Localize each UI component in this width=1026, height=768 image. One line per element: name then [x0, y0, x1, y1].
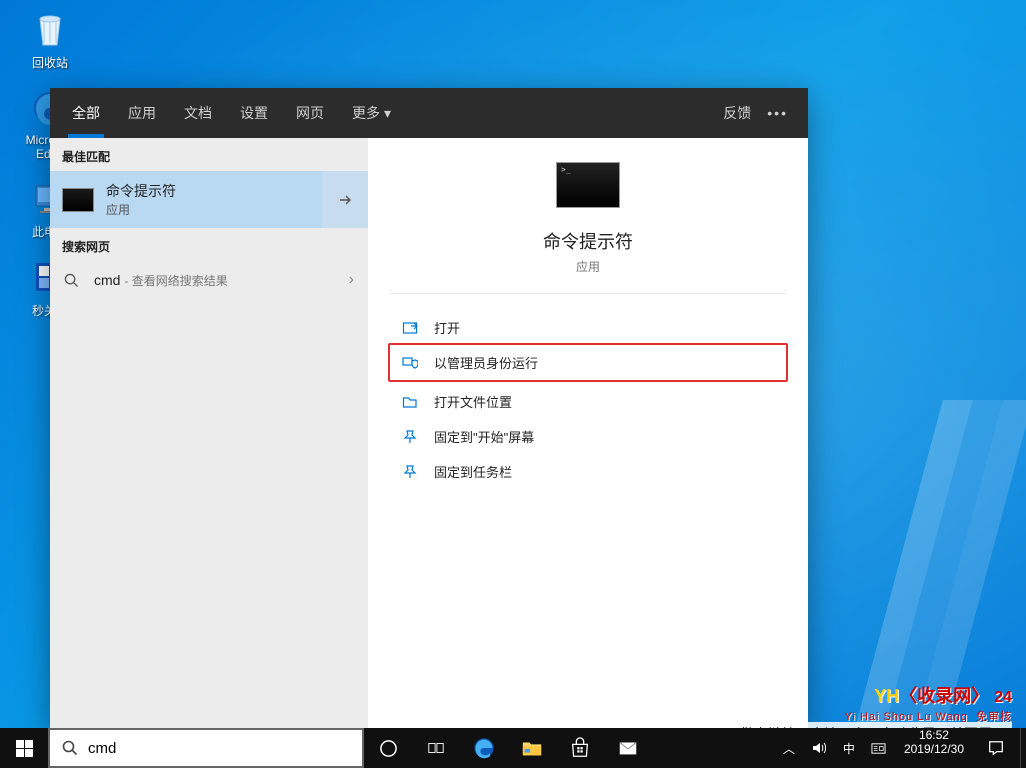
- action-label: 打开文件位置: [434, 392, 512, 411]
- open-icon: [400, 320, 420, 336]
- tab-label: 全部: [72, 103, 100, 123]
- app-action-list: 打开 以管理员身份运行 打开文件位置: [368, 310, 808, 489]
- mail-icon: [617, 737, 639, 759]
- taskbar-clock[interactable]: 16:52 2019/12/30: [896, 728, 972, 768]
- search-tab-settings[interactable]: 设置: [226, 88, 282, 138]
- ime-mode-icon[interactable]: [867, 741, 890, 756]
- file-explorer-icon: [521, 737, 543, 759]
- web-item-suffix: - 查看网络搜索结果: [124, 272, 227, 289]
- app-subtitle: 应用: [390, 258, 786, 275]
- task-view-button[interactable]: [412, 728, 460, 768]
- cmd-icon: [62, 188, 94, 212]
- chevron-down-icon: ▾: [384, 105, 391, 122]
- search-web-item[interactable]: cmd - 查看网络搜索结果 ›: [50, 261, 368, 299]
- search-tab-more[interactable]: 更多 ▾: [338, 88, 405, 138]
- action-run-as-admin[interactable]: 以管理员身份运行: [388, 343, 788, 382]
- search-panel-header: 全部 应用 文档 设置 网页 更多 ▾ 反馈 •••: [50, 88, 808, 138]
- app-title: 命令提示符: [390, 228, 786, 254]
- expand-arrow-button[interactable]: [322, 171, 368, 228]
- watermark-badge-top: 24: [994, 689, 1012, 706]
- search-tab-all[interactable]: 全部: [58, 88, 114, 138]
- cortana-icon: [379, 739, 398, 758]
- feedback-link[interactable]: 反馈: [723, 103, 751, 123]
- search-results-list: 最佳匹配 命令提示符 应用 搜索网页 cmd - 查看网络搜索结果 ›: [50, 138, 368, 728]
- tab-label: 设置: [240, 103, 268, 123]
- action-label: 固定到"开始"屏幕: [434, 427, 534, 446]
- tab-label: 应用: [128, 103, 156, 123]
- action-open[interactable]: 打开: [390, 310, 786, 345]
- taskbar-app-explorer[interactable]: [508, 728, 556, 768]
- action-label: 以管理员身份运行: [434, 353, 538, 372]
- ime-language-indicator[interactable]: 中: [839, 740, 859, 757]
- best-match-section-label: 最佳匹配: [50, 138, 368, 171]
- edge-icon: [472, 736, 496, 760]
- search-icon: [62, 740, 78, 756]
- start-button[interactable]: [0, 728, 48, 768]
- web-item-prefix: cmd: [94, 272, 120, 288]
- taskbar-search-input[interactable]: [88, 740, 350, 757]
- windows-icon: [16, 740, 33, 757]
- tray-chevron-up-icon[interactable]: ︿: [779, 740, 799, 757]
- store-icon: [569, 737, 591, 759]
- show-desktop-button[interactable]: [1020, 728, 1026, 768]
- pin-start-icon: [400, 429, 420, 445]
- watermark-rest: 〈收录网〉: [899, 686, 989, 706]
- cmd-large-icon: [556, 162, 620, 208]
- search-tab-web[interactable]: 网页: [282, 88, 338, 138]
- system-tray: ︿ 中: [773, 728, 896, 768]
- search-tab-docs[interactable]: 文档: [170, 88, 226, 138]
- more-options-icon[interactable]: •••: [767, 105, 788, 121]
- notification-icon: [987, 739, 1005, 757]
- tab-label: 网页: [296, 103, 324, 123]
- search-icon: [64, 273, 82, 288]
- tab-label: 更多: [352, 103, 380, 123]
- task-view-icon: [427, 739, 445, 757]
- taskbar-search-box[interactable]: [48, 728, 364, 768]
- desktop-icon-label: 回收站: [12, 54, 88, 71]
- taskbar-app-edge[interactable]: [460, 728, 508, 768]
- best-match-item[interactable]: 命令提示符 应用: [50, 171, 368, 228]
- search-web-section-label: 搜索网页: [50, 228, 368, 261]
- search-detail-pane: 命令提示符 应用 打开 以管理员身份运行: [368, 138, 808, 728]
- app-hero: 命令提示符 应用: [390, 162, 786, 294]
- chevron-right-icon: ›: [349, 271, 354, 289]
- best-match-subtitle: 应用: [106, 201, 176, 218]
- best-match-title: 命令提示符: [106, 181, 176, 201]
- action-label: 固定到任务栏: [434, 462, 512, 481]
- watermark-badge-bottom: 免审核: [976, 711, 1012, 723]
- search-panel-body: 最佳匹配 命令提示符 应用 搜索网页 cmd - 查看网络搜索结果 ›: [50, 138, 808, 728]
- arrow-right-icon: [337, 192, 353, 208]
- admin-shield-icon: [400, 355, 420, 371]
- search-panel: 全部 应用 文档 设置 网页 更多 ▾ 反馈 ••• 最佳匹配 命令提示符 应用: [50, 88, 808, 728]
- search-tab-apps[interactable]: 应用: [114, 88, 170, 138]
- tray-volume-icon[interactable]: [807, 740, 831, 756]
- taskbar-app-store[interactable]: [556, 728, 604, 768]
- light-beam: [849, 400, 973, 750]
- action-open-location[interactable]: 打开文件位置: [390, 384, 786, 419]
- action-pin-start[interactable]: 固定到"开始"屏幕: [390, 419, 786, 454]
- recycle-bin-icon: [29, 8, 71, 50]
- taskbar-time: 16:52: [904, 728, 964, 742]
- cortana-button[interactable]: [364, 728, 412, 768]
- action-pin-taskbar[interactable]: 固定到任务栏: [390, 454, 786, 489]
- folder-icon: [400, 394, 420, 410]
- taskbar-app-mail[interactable]: [604, 728, 652, 768]
- pin-taskbar-icon: [400, 464, 420, 480]
- action-label: 打开: [434, 318, 460, 337]
- taskbar-date: 2019/12/30: [904, 742, 964, 756]
- taskbar: ︿ 中 16:52 2019/12/30: [0, 728, 1026, 768]
- tab-label: 文档: [184, 103, 212, 123]
- desktop-icon-recycle-bin[interactable]: 回收站: [12, 8, 88, 71]
- action-center-button[interactable]: [972, 728, 1020, 768]
